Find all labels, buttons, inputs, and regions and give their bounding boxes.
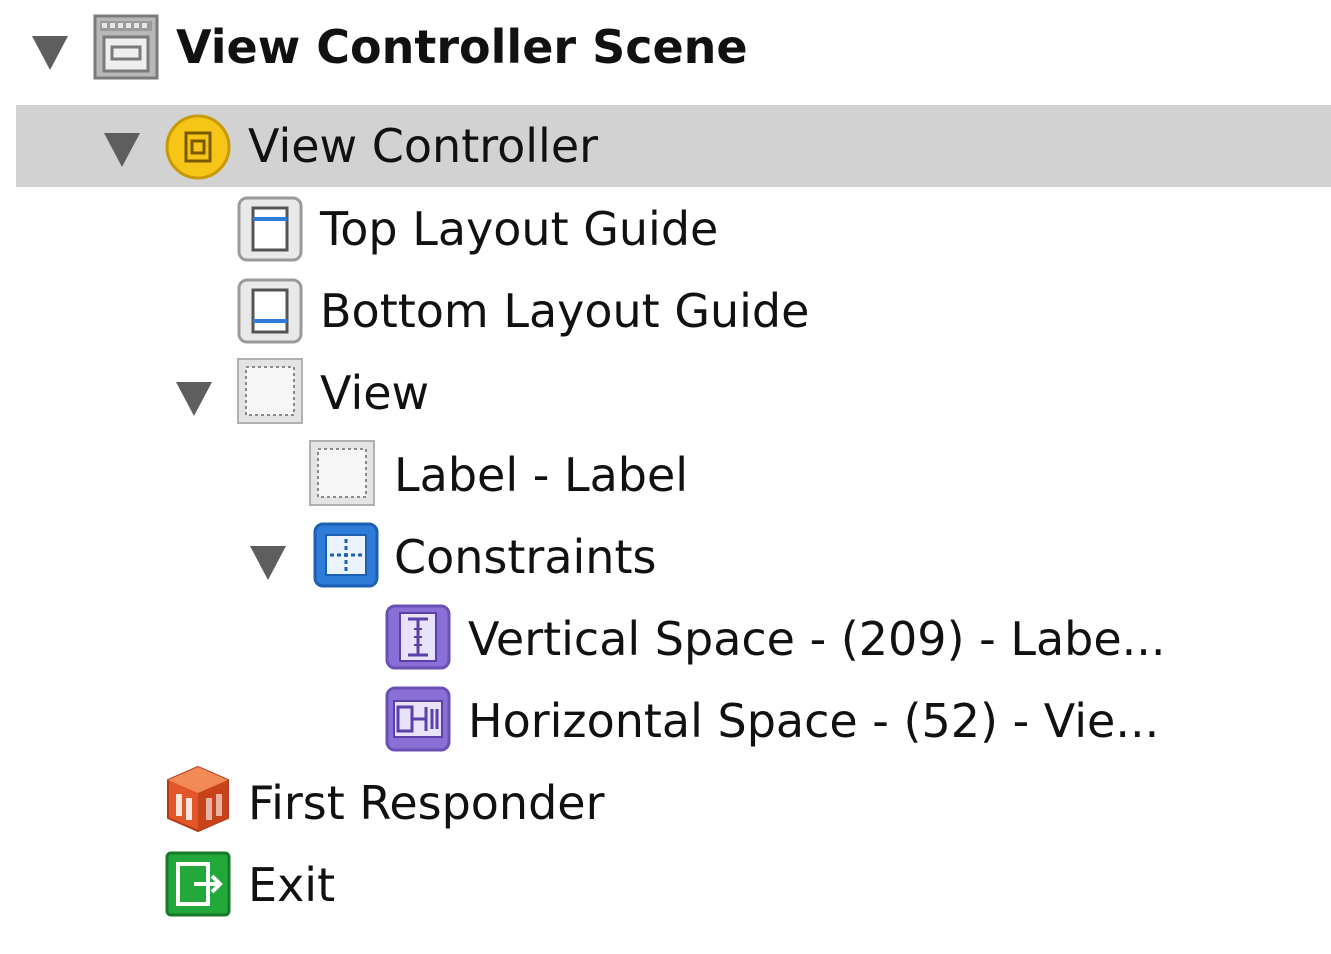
top-layout-guide-label: Top Layout Guide: [320, 202, 719, 256]
outline-row-bottom-layout-guide[interactable]: Bottom Layout Guide: [0, 270, 1331, 352]
outline-row-top-layout-guide[interactable]: Top Layout Guide: [0, 188, 1331, 270]
disclosure-triangle-expanded-icon[interactable]: [250, 546, 286, 580]
first-responder-icon: [164, 764, 232, 833]
view-controller-label: View Controller: [248, 119, 599, 173]
label-icon: [308, 439, 376, 507]
scene-icon: [92, 13, 160, 81]
outline-row-constraints[interactable]: Constraints: [0, 516, 1331, 598]
exit-label: Exit: [248, 858, 336, 912]
outline-row-view-controller[interactable]: View Controller: [0, 105, 1331, 187]
outline-row-horizontal-space[interactable]: Horizontal Space - (52) - Vie...: [0, 680, 1331, 762]
horizontal-space-icon: [384, 685, 452, 753]
bottom-layout-guide-icon: [236, 277, 304, 345]
document-outline: View Controller Scene View Controller To…: [0, 0, 1331, 954]
outline-row-first-responder[interactable]: First Responder: [0, 762, 1331, 844]
disclosure-triangle-expanded-icon[interactable]: [32, 36, 68, 70]
constraints-label: Constraints: [394, 530, 657, 584]
outline-row-exit[interactable]: Exit: [0, 844, 1331, 926]
outline-row-scene[interactable]: View Controller Scene: [0, 6, 1331, 88]
outline-row-label[interactable]: Label - Label: [0, 434, 1331, 516]
view-icon: [236, 357, 304, 425]
disclosure-triangle-expanded-icon[interactable]: [176, 382, 212, 416]
outline-row-view[interactable]: View: [0, 352, 1331, 434]
top-layout-guide-icon: [236, 195, 304, 263]
first-responder-label: First Responder: [248, 776, 605, 830]
view-label: View: [320, 366, 430, 420]
label-label: Label - Label: [394, 448, 689, 502]
scene-label: View Controller Scene: [176, 20, 748, 74]
horizontal-space-label: Horizontal Space - (52) - Vie...: [468, 694, 1160, 748]
constraints-icon: [312, 521, 380, 589]
exit-icon: [164, 850, 232, 918]
outline-row-vertical-space[interactable]: Vertical Space - (209) - Labe...: [0, 598, 1331, 680]
disclosure-triangle-expanded-icon[interactable]: [104, 133, 140, 167]
view-controller-icon: [164, 113, 232, 181]
vertical-space-icon: [384, 603, 452, 671]
bottom-layout-guide-label: Bottom Layout Guide: [320, 284, 810, 338]
vertical-space-label: Vertical Space - (209) - Labe...: [468, 612, 1166, 666]
